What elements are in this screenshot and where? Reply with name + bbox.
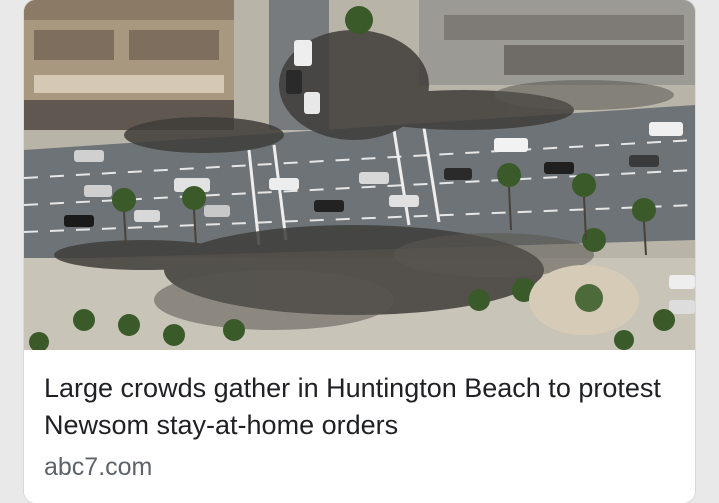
article-headline[interactable]: Large crowds gather in Huntington Beach … — [44, 370, 684, 444]
article-thumbnail[interactable] — [24, 0, 695, 350]
article-text: Large crowds gather in Huntington Beach … — [24, 350, 695, 503]
aerial-crowd-photo — [24, 0, 695, 350]
news-card[interactable]: Large crowds gather in Huntington Beach … — [24, 0, 695, 503]
article-source: abc7.com — [44, 453, 153, 481]
